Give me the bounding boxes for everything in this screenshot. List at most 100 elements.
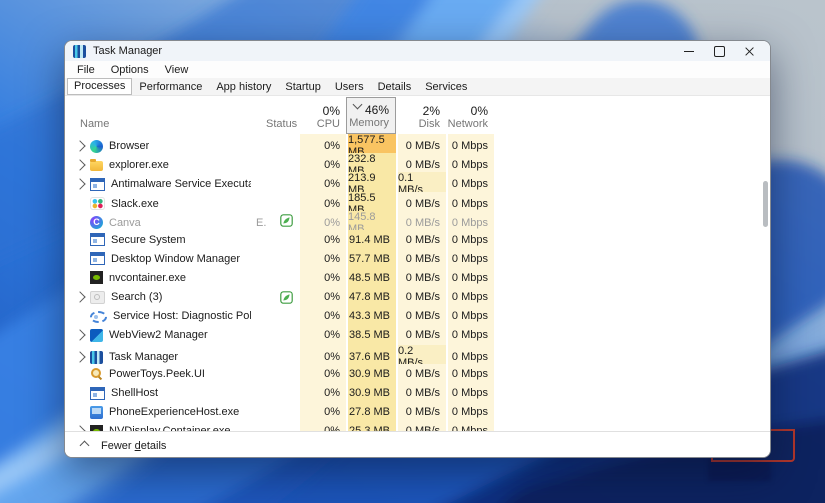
process-row[interactable]: Browser 0% 1,577.5 MB 0 MB/s 0 Mbps (65, 134, 770, 158)
process-name-cell: WebView2 Manager (65, 326, 251, 345)
process-row[interactable]: NVDisplay.Container.exe 0% 25.3 MB 0 MB/… (65, 421, 770, 431)
app-window-icon (90, 177, 105, 191)
tab-app-history[interactable]: App history (209, 79, 278, 95)
process-row[interactable]: nvcontainer.exe 0% 48.5 MB 0 MB/s 0 Mbps (65, 268, 770, 288)
title-bar[interactable]: Task Manager (65, 41, 770, 61)
tab-startup[interactable]: Startup (278, 79, 327, 95)
process-row[interactable]: PowerToys.Peek.UI 0% 30.9 MB 0 MB/s 0 Mb… (65, 364, 770, 384)
leaf-icon (280, 213, 293, 230)
memory-cell: 57.7 MB (346, 249, 396, 269)
disk-cell: 0 MB/s (396, 306, 446, 326)
process-name-cell: nvcontainer.exe (65, 268, 251, 287)
memory-cell: 43.3 MB (346, 306, 396, 326)
disk-cell: 0 MB/s (396, 287, 446, 307)
tab-services[interactable]: Services (418, 79, 474, 95)
process-name: Search (3) (111, 291, 163, 304)
process-row[interactable]: Secure System 0% 91.4 MB 0 MB/s 0 Mbps (65, 229, 770, 250)
disk-cell: 0 MB/s (396, 229, 446, 250)
disk-total-usage: 2% (422, 104, 440, 118)
process-name: Service Host: Diagnostic Policy Service (113, 310, 251, 323)
maximize-icon (713, 45, 725, 57)
network-total-usage: 0% (470, 104, 488, 118)
cpu-cell: 0% (298, 402, 346, 422)
process-name: Antimalware Service Executable (111, 178, 251, 191)
cpu-total-usage: 0% (322, 104, 340, 118)
process-name: WebView2 Manager (109, 329, 208, 342)
column-header-status[interactable]: Status (251, 96, 298, 134)
cpu-cell: 0% (298, 249, 346, 269)
memory-cell: 25.3 MB (346, 421, 396, 431)
expand-chevron-icon[interactable] (74, 329, 86, 342)
cpu-cell: 0% (298, 268, 346, 288)
close-button[interactable] (734, 42, 764, 60)
expand-chevron-icon[interactable] (74, 425, 86, 431)
process-row[interactable]: Search (3) 0% 47.8 MB 0 MB/s 0 Mbps (65, 287, 770, 307)
process-name: Browser (109, 140, 150, 152)
process-name-cell: Search (3) (65, 288, 251, 307)
disk-cell: 0 MB/s (396, 364, 446, 384)
tab-users[interactable]: Users (328, 79, 371, 95)
process-name: Canva (109, 216, 141, 229)
menu-options[interactable]: Options (103, 64, 157, 76)
process-name: PowerToys.Peek.UI (109, 367, 205, 380)
maximize-button[interactable] (704, 42, 734, 60)
disk-cell: 0 MB/s (396, 383, 446, 403)
tab-performance[interactable]: Performance (132, 79, 209, 95)
minimize-button[interactable] (674, 42, 704, 60)
expand-chevron-icon[interactable] (74, 351, 86, 363)
expand-chevron-icon[interactable] (74, 140, 86, 152)
process-name: NVDisplay.Container.exe (109, 425, 230, 431)
process-row[interactable]: PhoneExperienceHost.exe 0% 27.8 MB 0 MB/… (65, 402, 770, 422)
process-name: explorer.exe (109, 159, 169, 172)
window-title: Task Manager (93, 45, 163, 57)
expand-chevron-icon[interactable] (74, 291, 86, 303)
column-header-disk[interactable]: 2% Disk (396, 96, 446, 134)
process-name: ShellHost (111, 387, 159, 400)
minimize-icon (684, 50, 694, 52)
nvidia-icon (90, 424, 103, 431)
process-row[interactable]: Slack.exe 0% 185.5 MB 0 MB/s 0 Mbps (65, 191, 770, 216)
process-status-cell (251, 364, 298, 383)
process-row[interactable]: Task Manager 0% 37.6 MB 0.2 MB/s 0 Mbps (65, 345, 770, 370)
expand-chevron-icon[interactable] (74, 159, 86, 171)
column-header-memory[interactable]: 46% Memory (346, 97, 396, 134)
column-header-name[interactable]: Name (65, 96, 251, 134)
process-name: Secure System (111, 233, 186, 246)
memory-cell: 91.4 MB (346, 229, 396, 250)
process-row[interactable]: Desktop Window Manager 0% 57.7 MB 0 MB/s… (65, 249, 770, 269)
cpu-cell: 0% (298, 421, 346, 431)
menu-view[interactable]: View (157, 64, 197, 76)
magnifier-icon (90, 367, 103, 380)
process-row[interactable]: Service Host: Diagnostic Policy Service … (65, 306, 770, 326)
network-cell: 0 Mbps (446, 421, 494, 431)
app-window-icon (90, 252, 105, 266)
process-row[interactable]: Antimalware Service Executable 0% 213.9 … (65, 172, 770, 197)
expand-chevron-icon[interactable] (74, 178, 86, 191)
process-name: nvcontainer.exe (109, 271, 187, 284)
table-header: Name Status 0% CPU 46% Memory 2% Disk 0%… (65, 96, 770, 134)
task-manager-icon (90, 350, 103, 364)
fewer-details-toggle[interactable]: Fewer details (101, 440, 166, 452)
memory-cell: 48.5 MB (346, 268, 396, 288)
disk-cell: 0 MB/s (396, 402, 446, 422)
column-header-cpu[interactable]: 0% CPU (298, 96, 346, 134)
desktop: { "window": { "title": "Task Manager", "… (0, 0, 825, 503)
process-row[interactable]: Canva E. 0% 145.8 MB 0 MB/s 0 Mbps (65, 210, 770, 235)
memory-cell: 38.5 MB (346, 325, 396, 346)
task-manager-window: Task Manager File Options View Processes… (64, 40, 771, 458)
disk-cell: 0 MB/s (396, 268, 446, 288)
tab-processes[interactable]: Processes (67, 78, 133, 95)
process-status-cell (251, 307, 298, 326)
menu-file[interactable]: File (69, 64, 103, 76)
column-header-network[interactable]: 0% Network (446, 96, 494, 134)
tab-details[interactable]: Details (371, 79, 419, 95)
footer-bar: Fewer details (65, 431, 770, 457)
memory-cell: 47.8 MB (346, 287, 396, 307)
process-row[interactable]: WebView2 Manager 0% 38.5 MB 0 MB/s 0 Mbp… (65, 325, 770, 346)
process-row[interactable]: explorer.exe 0% 232.8 MB 0 MB/s 0 Mbps (65, 153, 770, 178)
process-row[interactable]: ShellHost 0% 30.9 MB 0 MB/s 0 Mbps (65, 383, 770, 403)
vertical-scrollbar-thumb[interactable] (763, 181, 768, 227)
memory-cell: 27.8 MB (346, 402, 396, 422)
folder-icon (90, 159, 103, 172)
tab-strip: Processes Performance App history Startu… (65, 78, 770, 96)
